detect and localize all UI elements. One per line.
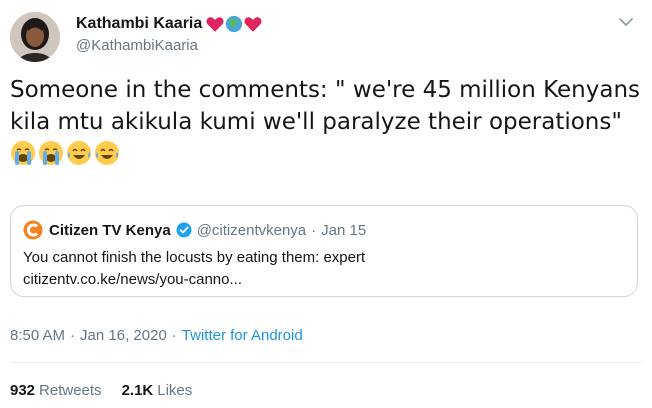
meta-separator: ·	[171, 327, 177, 344]
face-with-tears-of-joy-icon	[95, 141, 119, 165]
face-with-tears-of-joy-icon	[67, 141, 91, 165]
loudly-crying-face-icon	[11, 141, 35, 165]
likes-count: 2.1K	[121, 382, 154, 399]
divider	[10, 362, 642, 363]
quoted-separator: ·	[311, 221, 317, 239]
tweet-time[interactable]: 8:50 AM	[10, 327, 65, 344]
tweet-text-line-2: kila mtu akikula kumi we'll paralyze the…	[10, 109, 622, 135]
tweet-emojis	[10, 140, 120, 166]
quoted-tweet[interactable]: Citizen TV Kenya @citizentvkenya · Jan 1…	[10, 205, 638, 297]
author-handle[interactable]: @KathambiKaaria	[76, 37, 262, 54]
quoted-author-name: Citizen TV Kenya	[49, 221, 171, 239]
quoted-author-handle: @citizentvkenya	[196, 221, 307, 239]
tweet-date[interactable]: Jan 16, 2020	[80, 327, 167, 344]
citizen-tv-logo-icon	[23, 220, 43, 240]
tweet-source-link[interactable]: Twitter for Android	[182, 327, 303, 344]
retweets-stat[interactable]: 932 Retweets	[10, 382, 102, 399]
red-heart-icon	[244, 16, 262, 32]
quoted-tweet-header: Citizen TV Kenya @citizentvkenya · Jan 1…	[23, 219, 366, 241]
author-block: Kathambi Kaaria @KathambiKaaria	[76, 12, 262, 54]
quoted-text: You cannot finish the locusts by eating …	[23, 249, 366, 266]
verified-badge-icon	[176, 222, 192, 238]
likes-label: Likes	[157, 382, 193, 399]
avatar[interactable]	[10, 12, 60, 62]
chevron-down-icon[interactable]	[618, 14, 634, 30]
avatar-image	[10, 12, 60, 62]
tweet-text: Someone in the comments: " we're 45 mill…	[10, 74, 640, 138]
tweet-meta: 8:50 AM · Jan 16, 2020 · Twitter for And…	[10, 327, 303, 344]
quoted-link[interactable]: citizentv.co.ke/news/you-canno...	[23, 270, 242, 290]
likes-stat[interactable]: 2.1K Likes	[122, 382, 193, 399]
red-heart-icon	[206, 16, 224, 32]
tweet-card: Kathambi Kaaria @KathambiKaaria Someone …	[0, 0, 652, 408]
retweets-label: Retweets	[39, 382, 102, 399]
tweet-stats: 932 Retweets 2.1K Likes	[10, 382, 212, 399]
tweet-text-line-1: Someone in the comments: " we're 45 mill…	[10, 77, 641, 103]
globe-africa-icon	[226, 15, 243, 33]
meta-separator: ·	[70, 327, 76, 344]
quoted-date: Jan 15	[321, 221, 367, 239]
loudly-crying-face-icon	[39, 141, 63, 165]
retweets-count: 932	[10, 382, 36, 399]
author-name[interactable]: Kathambi Kaaria	[76, 15, 202, 33]
name-emojis	[206, 15, 262, 33]
